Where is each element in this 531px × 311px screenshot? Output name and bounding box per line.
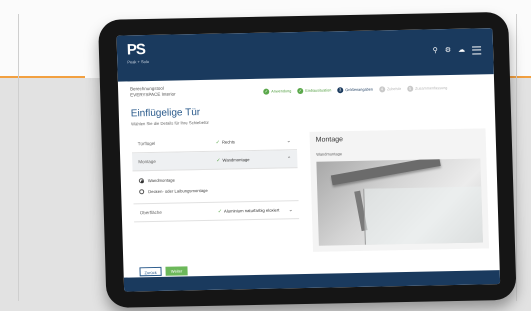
app-header: PS Peak + Solo ⚲ ⚙ ☁ (116, 28, 494, 82)
chevron-down-icon: ⌄ (288, 206, 293, 213)
brand-logo[interactable]: PS Peak + Solo (126, 41, 150, 65)
step-label: Größenangaben (345, 87, 373, 93)
check-icon: ✓ (215, 139, 221, 146)
option-value: ✓ Wandmontage (216, 156, 250, 164)
step-number: 4 (378, 86, 386, 93)
step-label: Einbausituation (305, 88, 332, 93)
preview-image (316, 158, 483, 246)
preview-subtitle: Wandmontage (316, 151, 343, 157)
radio-icon[interactable] (139, 189, 145, 195)
progress-steps: ✓ Anwendung ✓ Einbausituation 3 Größenan… (263, 85, 447, 95)
check-icon: ✓ (297, 87, 304, 95)
settings-icon[interactable]: ⚙ (445, 47, 452, 55)
check-icon: ✓ (263, 88, 270, 95)
check-icon: ✓ (216, 157, 221, 164)
search-icon[interactable]: ⚲ (433, 47, 438, 55)
logo-mark: PS (126, 41, 146, 59)
step-zubehoer[interactable]: 4 Zubehör (378, 86, 402, 93)
option-label: Montage (138, 158, 156, 165)
step-label: Anwendung (271, 89, 292, 94)
option-label: Oberfläche (139, 209, 162, 216)
logo-text: Peak + Solo (127, 59, 150, 65)
preview-panel: Montage Wandmontage (309, 128, 490, 252)
step-zusammenfassung[interactable]: 5 Zusammenfassung (407, 85, 447, 92)
page-title: Einflügelige Tür (130, 107, 201, 120)
montage-options: Wandmontage Decken- oder Laibungsmontage (132, 168, 299, 205)
step-label: Zusammenfassung (415, 86, 448, 91)
step-groessenangaben[interactable]: 3 Größenangaben (337, 87, 373, 94)
tablet-bezel: PS Peak + Solo ⚲ ⚙ ☁ Berechnungstool EVE… (98, 11, 517, 309)
option-row-oberflaeche[interactable]: Oberfläche ✓ Aluminium naturfarbig eloxie… (133, 201, 300, 223)
configuration-panel: Türflügel ✓ Rechts ⌄ Montage ✓ Wandmontage… (131, 132, 300, 223)
next-button[interactable]: Weiter (165, 266, 188, 276)
menu-icon[interactable] (472, 46, 482, 55)
step-anwendung[interactable]: ✓ Anwendung (263, 88, 291, 95)
back-button[interactable]: Zurück (139, 266, 162, 277)
tablet-screen: PS Peak + Solo ⚲ ⚙ ☁ Berechnungstool EVE… (116, 28, 501, 292)
preview-title: Montage (315, 136, 344, 144)
check-icon: ✓ (217, 208, 223, 215)
step-number: 5 (407, 85, 414, 92)
header-icons: ⚲ ⚙ ☁ (433, 46, 482, 55)
chevron-down-icon: ⌄ (286, 137, 291, 144)
cloud-icon[interactable]: ☁ (458, 47, 465, 55)
tablet-device: PS Peak + Solo ⚲ ⚙ ☁ Berechnungstool EVE… (0, 0, 531, 311)
option-label: Türflügel (137, 140, 156, 147)
radio-label: Decken- oder Laibungsmontage (148, 187, 208, 195)
radio-label: Wandmontage (147, 177, 176, 184)
option-value: ✓ Aluminium naturfarbig eloxiert (217, 206, 280, 215)
radio-option-deckenmontage[interactable]: Decken- oder Laibungsmontage (139, 183, 292, 197)
radio-selected-icon[interactable] (138, 178, 144, 184)
chevron-up-icon: ⌃ (286, 155, 292, 162)
step-label: Zubehör (386, 86, 402, 92)
page-subtitle: Wählen Sie die Details für Ihre Schiebet… (131, 119, 209, 127)
glass-panel-graphic (363, 186, 483, 245)
option-value: ✓ Rechts (215, 138, 236, 146)
step-einbausituation[interactable]: ✓ Einbausituation (297, 87, 332, 95)
breadcrumb-line-2: EVERYSPACE Interior (130, 91, 176, 98)
breadcrumb: Berechnungstool EVERYSPACE Interior (130, 85, 176, 98)
option-row-montage[interactable]: Montage ✓ Wandmontage ⌃ (132, 150, 298, 172)
rail-graphic (330, 158, 441, 186)
step-number: 3 (337, 87, 344, 94)
